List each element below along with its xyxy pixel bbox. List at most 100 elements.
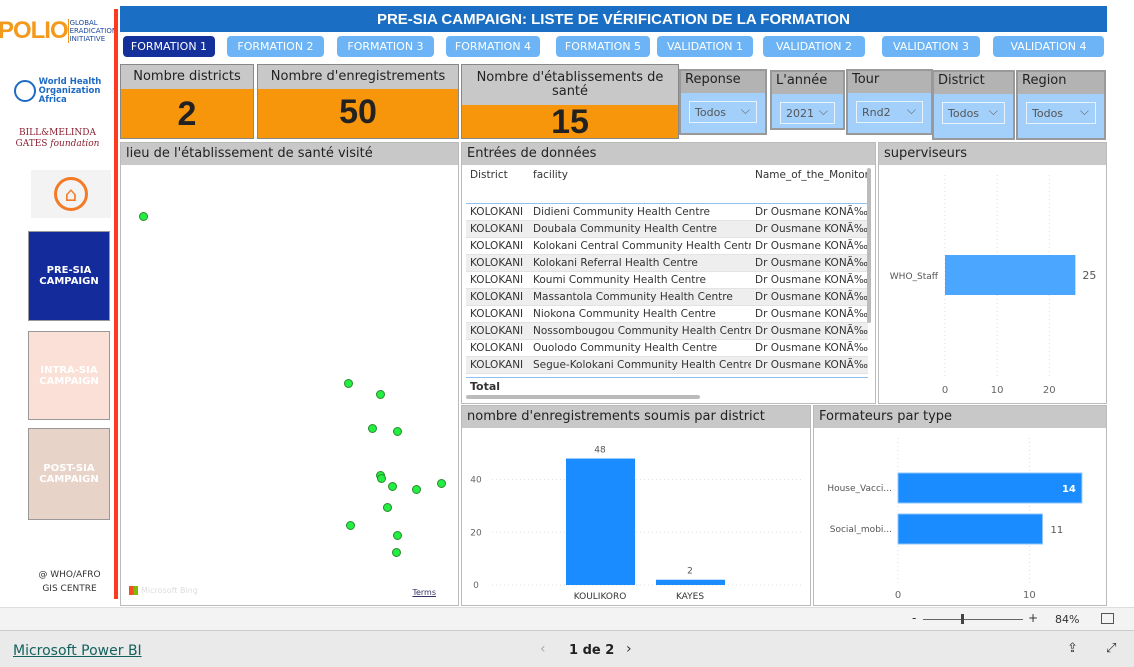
map-point[interactable] xyxy=(368,424,377,433)
table-cell: Didieni Community Health Centre xyxy=(533,205,710,218)
vertical-scrollbar[interactable] xyxy=(867,168,871,323)
tab-formation-2[interactable]: FORMATION 2 xyxy=(227,36,324,57)
slicer-dropdown[interactable]: Todos ⌵ xyxy=(1026,102,1096,124)
terms-link[interactable]: Terms xyxy=(412,588,436,597)
table-cell: KOLOKANI xyxy=(466,356,529,373)
bar xyxy=(566,458,635,585)
tick-label: 0 xyxy=(942,385,948,396)
table-cell: Kolokani Referral Health Centre xyxy=(529,254,751,271)
table-row[interactable]: KOLOKANI Nossombougou Community Health Ce… xyxy=(466,322,868,339)
zoom-out-button[interactable]: - xyxy=(912,611,916,625)
category-label: Social_mobi... xyxy=(830,525,892,535)
tab-formation-5[interactable]: FORMATION 5 xyxy=(556,36,650,57)
map-point[interactable] xyxy=(344,379,353,388)
table-cell: Massantola Community Health Centre xyxy=(529,288,751,305)
power-bi-link[interactable]: Microsoft Power BI xyxy=(13,643,142,659)
table-cell: KOLOKANI xyxy=(470,273,524,286)
table-row[interactable]: KOLOKANI Doubala Community Health Centre D… xyxy=(466,220,868,237)
data-label: 11 xyxy=(1050,525,1063,536)
kpi-value: 15 xyxy=(551,103,589,141)
credit-line: GIS CENTRE xyxy=(42,584,97,594)
table-row[interactable]: KOLOKANI Segue-Kolokani Community Health … xyxy=(466,356,868,373)
table-row[interactable]: KOLOKANI Kolokani Referral Health Centre D… xyxy=(466,254,868,271)
intra-sia-button[interactable]: INTRA-SIA CAMPAIGN xyxy=(28,331,110,420)
share-icon[interactable]: ⇪ xyxy=(1067,641,1078,656)
tab-validation-4[interactable]: VALIDATION 4 xyxy=(993,36,1104,57)
accent-divider xyxy=(114,9,118,599)
map-point[interactable] xyxy=(139,212,148,221)
zoom-bar: - + 84% xyxy=(0,607,1134,630)
table-row[interactable]: KOLOKANI Ouolodo Community Health Centre D… xyxy=(466,339,868,356)
home-button[interactable]: ⌂ xyxy=(31,170,111,218)
slicer-label: L'année xyxy=(772,72,843,94)
map-point[interactable] xyxy=(383,503,392,512)
table-header-row: District facility Name_of_the_Monitor xyxy=(466,167,868,203)
table-row[interactable]: KOLOKANI Niokona Community Health Centre D… xyxy=(466,305,868,322)
table-cell: KOLOKANI xyxy=(470,341,524,354)
chevron-down-icon: ⌵ xyxy=(906,103,916,117)
column-header[interactable]: District xyxy=(466,167,529,203)
map-point[interactable] xyxy=(392,548,401,557)
fit-to-page-icon[interactable] xyxy=(1101,613,1114,624)
tab-formation-3[interactable]: FORMATION 3 xyxy=(337,36,434,57)
horizontal-scrollbar[interactable] xyxy=(466,395,700,399)
slicer-dropdown[interactable]: Rnd2 ⌵ xyxy=(856,101,923,123)
table-cell: Doubala Community Health Centre xyxy=(529,220,751,237)
table-row[interactable]: KOLOKANI Kolokani Central Community Healt… xyxy=(466,237,868,254)
table-row[interactable]: KOLOKANI Didieni Community Health Centre D… xyxy=(466,203,868,220)
tab-validation-3[interactable]: VALIDATION 3 xyxy=(882,36,980,57)
category-label: WHO_Staff xyxy=(890,272,939,282)
map-point[interactable] xyxy=(393,531,402,540)
map-point[interactable] xyxy=(437,479,446,488)
zoom-slider[interactable] xyxy=(923,619,1023,620)
table-cell: Dr Ousmane KONÃ‰ xyxy=(751,322,868,339)
table-cell: KOLOKANI xyxy=(466,322,529,339)
slicer-dropdown[interactable]: Todos ⌵ xyxy=(942,102,1005,124)
tab-formation-1[interactable]: FORMATION 1 xyxy=(123,36,215,57)
superviseurs-chart: 0 10 20 25 WHO_Staff xyxy=(890,175,1096,396)
slicer-0: Reponse Todos ⌵ xyxy=(679,69,767,135)
table-row[interactable]: KOLOKANI Koumi Community Health Centre Dr … xyxy=(466,271,868,288)
bar xyxy=(897,472,1083,504)
post-sia-button[interactable]: POST-SIA CAMPAIGN xyxy=(28,428,110,520)
map-point[interactable] xyxy=(376,390,385,399)
fullscreen-icon[interactable]: ⤢ xyxy=(1106,641,1116,656)
map-point[interactable] xyxy=(393,427,402,436)
prev-page-icon[interactable]: ‹ xyxy=(540,641,546,657)
tab-formation-4[interactable]: FORMATION 4 xyxy=(446,36,540,57)
slicer-label: Tour xyxy=(848,71,931,93)
table-total: Total xyxy=(466,377,868,395)
next-page-icon[interactable]: › xyxy=(626,641,632,657)
slicer-value: 2021 xyxy=(786,107,814,120)
district-chart: 0 20 40 48 KOULIKORO 2 KAYES xyxy=(470,446,802,602)
tab-validation-1[interactable]: VALIDATION 1 xyxy=(657,36,753,57)
tick-label: 20 xyxy=(470,528,482,538)
map-point[interactable] xyxy=(346,521,355,530)
zoom-in-button[interactable]: + xyxy=(1028,611,1038,625)
column-header[interactable]: Name_of_the_Monitor xyxy=(751,167,868,203)
table-cell: KOLOKANI xyxy=(466,288,529,305)
kpi-districts: Nombre districts 2 xyxy=(120,64,254,139)
table-cell: Dr Ousmane KONÃ‰ xyxy=(751,220,868,237)
map-point[interactable] xyxy=(388,482,397,491)
slicer-2: Tour Rnd2 ⌵ xyxy=(846,69,933,135)
map-point[interactable] xyxy=(377,474,386,483)
data-table-panel: Entrées de données District facility Nam… xyxy=(461,142,876,404)
table-cell: Koumi Community Health Centre xyxy=(533,273,706,286)
zoom-slider-handle[interactable] xyxy=(961,614,964,624)
column-header[interactable]: facility xyxy=(529,167,751,203)
category-label: House_Vacci... xyxy=(827,484,892,494)
bar xyxy=(945,255,1076,295)
home-icon: ⌂ xyxy=(54,177,88,211)
pre-sia-button[interactable]: PRE-SIA CAMPAIGN xyxy=(28,231,110,321)
chevron-down-icon: ⌵ xyxy=(740,103,750,117)
kpi-facilities: Nombre d'établissements de santé 15 xyxy=(461,64,679,139)
table-row[interactable]: KOLOKANI Massantola Community Health Cent… xyxy=(466,288,868,305)
tab-validation-2[interactable]: VALIDATION 2 xyxy=(763,36,865,57)
microsoft-logo-icon xyxy=(129,586,138,595)
map-point[interactable] xyxy=(412,485,421,494)
slicer-dropdown[interactable]: Todos ⌵ xyxy=(689,101,757,123)
map-canvas[interactable] xyxy=(121,165,458,605)
slicer-dropdown[interactable]: 2021 ⌵ xyxy=(780,102,835,124)
table-cell: Kolokani Central Community Health Centre xyxy=(533,239,751,252)
